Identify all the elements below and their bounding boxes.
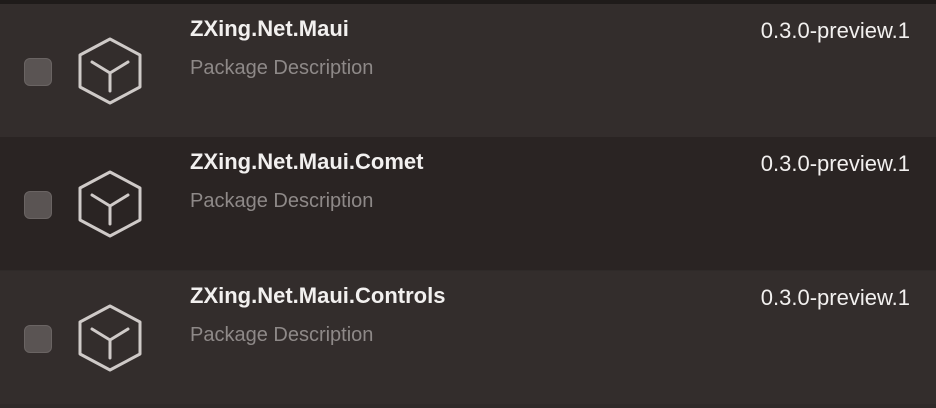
package-name: ZXing.Net.Maui <box>190 16 349 41</box>
package-select-checkbox[interactable] <box>24 58 52 86</box>
package-list: ZXing.Net.Maui Package Description 0.3.0… <box>0 0 936 408</box>
package-cube-icon <box>74 168 146 240</box>
package-row-zxing-net-maui-comet[interactable]: ZXing.Net.Maui.Comet Package Description… <box>0 137 936 270</box>
package-version: 0.3.0-preview.1 <box>760 285 910 310</box>
package-name: ZXing.Net.Maui.Comet <box>190 149 424 174</box>
package-version: 0.3.0-preview.1 <box>760 151 910 176</box>
package-row-zxing-net-maui[interactable]: ZXing.Net.Maui Package Description 0.3.0… <box>0 4 936 137</box>
package-description: Package Description <box>190 324 374 346</box>
package-description: Package Description <box>190 190 374 212</box>
package-name: ZXing.Net.Maui.Controls <box>190 283 446 308</box>
package-cube-icon <box>74 302 146 374</box>
package-select-checkbox[interactable] <box>24 191 52 219</box>
package-row-zxing-net-maui-controls[interactable]: ZXing.Net.Maui.Controls Package Descript… <box>0 271 936 404</box>
package-select-checkbox[interactable] <box>24 325 52 353</box>
package-version: 0.3.0-preview.1 <box>760 18 910 43</box>
package-cube-icon <box>74 35 146 107</box>
package-description: Package Description <box>190 57 374 79</box>
